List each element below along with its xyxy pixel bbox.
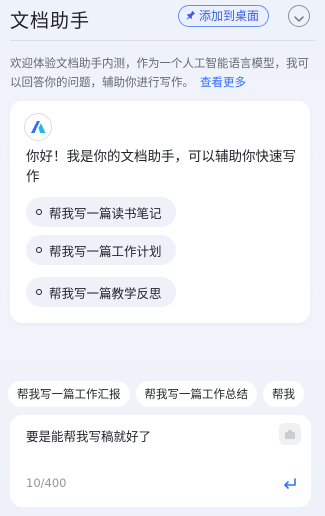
view-more-link[interactable]: 查看更多 [200, 75, 246, 89]
bullet-icon [36, 209, 42, 215]
suggestion-label: 帮我写一篇读书笔记 [49, 205, 162, 221]
pin-icon [186, 5, 196, 27]
header-divider [10, 40, 315, 41]
prompt-input-value[interactable]: 要是能帮我写稿就好了 [26, 426, 151, 445]
add-to-desktop-label: 添加到桌面 [199, 9, 260, 23]
clear-button[interactable] [279, 423, 301, 445]
quick-prompt-chips: 帮我写一篇工作汇报 帮我写一篇工作总结 帮我 [8, 381, 325, 409]
page-title: 文档助手 [10, 10, 91, 32]
suggestion-work-plan[interactable]: 帮我写一篇工作计划 [26, 235, 176, 265]
chip-truncated[interactable]: 帮我 [263, 381, 304, 407]
add-to-desktop-button[interactable]: 添加到桌面 [178, 5, 270, 27]
suggestion-label: 帮我写一篇教学反思 [49, 285, 162, 301]
welcome-card: 你好！我是你的文档助手，可以辅助你快速写作 帮我写一篇读书笔记 帮我写一篇工作计… [10, 101, 310, 323]
enter-return-icon [283, 475, 297, 494]
clear-icon [284, 425, 296, 444]
chevron-down-icon [294, 7, 304, 26]
suggestion-teaching-reflection[interactable]: 帮我写一篇教学反思 [26, 277, 176, 307]
chip-work-report[interactable]: 帮我写一篇工作汇报 [8, 381, 130, 407]
prompt-input-box[interactable]: 要是能帮我写稿就好了 10/400 [10, 415, 311, 507]
bullet-icon [36, 247, 42, 253]
greeting-text: 你好！我是你的文档助手，可以辅助你快速写作 [26, 149, 296, 185]
chip-work-summary[interactable]: 帮我写一篇工作总结 [135, 381, 257, 407]
assistant-logo-icon [24, 113, 52, 141]
header: 文档助手 添加到桌面 [0, 0, 325, 40]
suggestion-reading-notes[interactable]: 帮我写一篇读书笔记 [26, 197, 176, 227]
intro-description: 欢迎体验文档助手内测，作为一个人工智能语言模型，我可以回答你的问题，辅助你进行写… [10, 56, 309, 89]
suggestion-label: 帮我写一篇工作计划 [49, 243, 162, 259]
character-counter: 10/400 [26, 476, 67, 490]
send-button[interactable] [279, 473, 301, 495]
bullet-icon [36, 289, 42, 295]
intro-text: 欢迎体验文档助手内测，作为一个人工智能语言模型，我可以回答你的问题，辅助你进行写… [10, 54, 313, 92]
collapse-button[interactable] [288, 5, 310, 27]
